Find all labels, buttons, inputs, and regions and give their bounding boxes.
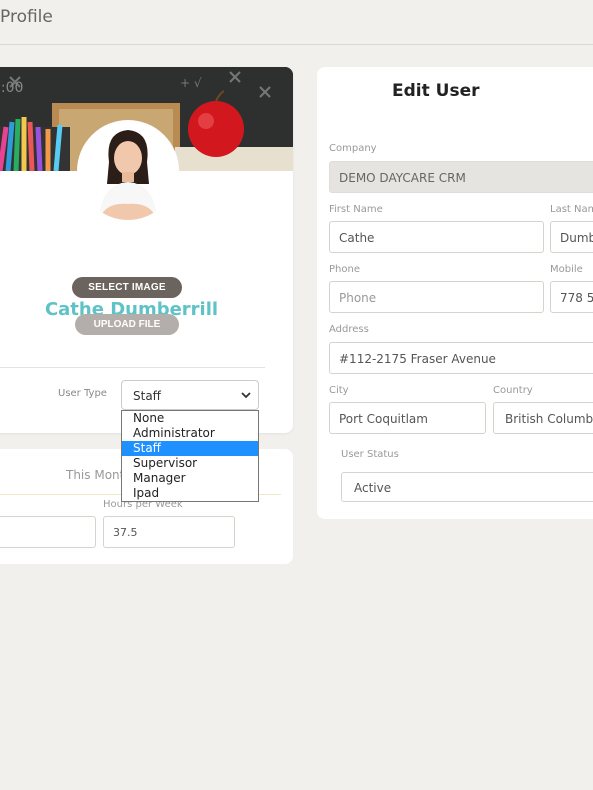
mobile-field[interactable]: 778 51 xyxy=(550,281,593,313)
company-field: DEMO DAYCARE CRM xyxy=(329,161,593,193)
user-type-option-staff[interactable]: Staff xyxy=(122,441,258,456)
avatar xyxy=(79,122,177,220)
upload-file-button[interactable]: UPLOAD FILE xyxy=(75,314,179,335)
city-field[interactable]: Port Coquitlam xyxy=(329,402,486,434)
edit-user-card: Edit User Company DEMO DAYCARE CRM First… xyxy=(317,67,593,519)
company-label: Company xyxy=(329,143,377,154)
page-title: Profile xyxy=(0,7,53,27)
phone-field[interactable]: Phone xyxy=(329,281,544,313)
user-type-option-supervisor[interactable]: Supervisor xyxy=(122,456,258,471)
user-type-value: Staff xyxy=(133,389,161,403)
user-status-select[interactable]: Active xyxy=(341,472,593,502)
phone-label: Phone xyxy=(329,264,360,275)
city-label: City xyxy=(329,385,349,396)
tab-this-month[interactable]: This Mont xyxy=(66,468,124,482)
country-label: Country xyxy=(493,385,533,396)
chevron-down-icon xyxy=(241,388,251,402)
last-name-field[interactable]: Dumb xyxy=(550,221,593,253)
address-field[interactable]: #112-2175 Fraser Avenue xyxy=(329,342,593,374)
user-type-dropdown: None Administrator Staff Supervisor Mana… xyxy=(121,410,259,502)
svg-text:1:00: 1:00 xyxy=(0,80,23,96)
last-name-label: Last Nam xyxy=(550,204,593,215)
user-type-option-ipad[interactable]: Ipad xyxy=(122,486,258,501)
select-image-button[interactable]: SELECT IMAGE xyxy=(72,277,182,298)
card-divider xyxy=(0,367,265,368)
user-status-label: User Status xyxy=(341,449,399,460)
user-type-select[interactable]: Staff xyxy=(121,380,259,410)
mobile-label: Mobile xyxy=(550,264,583,275)
user-type-option-administrator[interactable]: Administrator xyxy=(122,426,258,441)
user-type-option-manager[interactable]: Manager xyxy=(122,471,258,486)
profile-card: 1:00 + √ xyxy=(0,67,293,433)
address-label: Address xyxy=(329,324,369,335)
edit-user-title: Edit User xyxy=(392,81,480,101)
hours-per-week-input[interactable]: 37.5 xyxy=(103,516,235,548)
user-type-option-none[interactable]: None xyxy=(122,411,258,426)
header-divider xyxy=(0,44,593,45)
hours-left-input[interactable] xyxy=(0,516,96,548)
first-name-field[interactable]: Cathe xyxy=(329,221,544,253)
user-type-label: User Type xyxy=(58,388,107,399)
country-field[interactable]: British Columbi xyxy=(493,402,593,434)
first-name-label: First Name xyxy=(329,204,383,215)
svg-text:+ √: + √ xyxy=(180,76,202,90)
